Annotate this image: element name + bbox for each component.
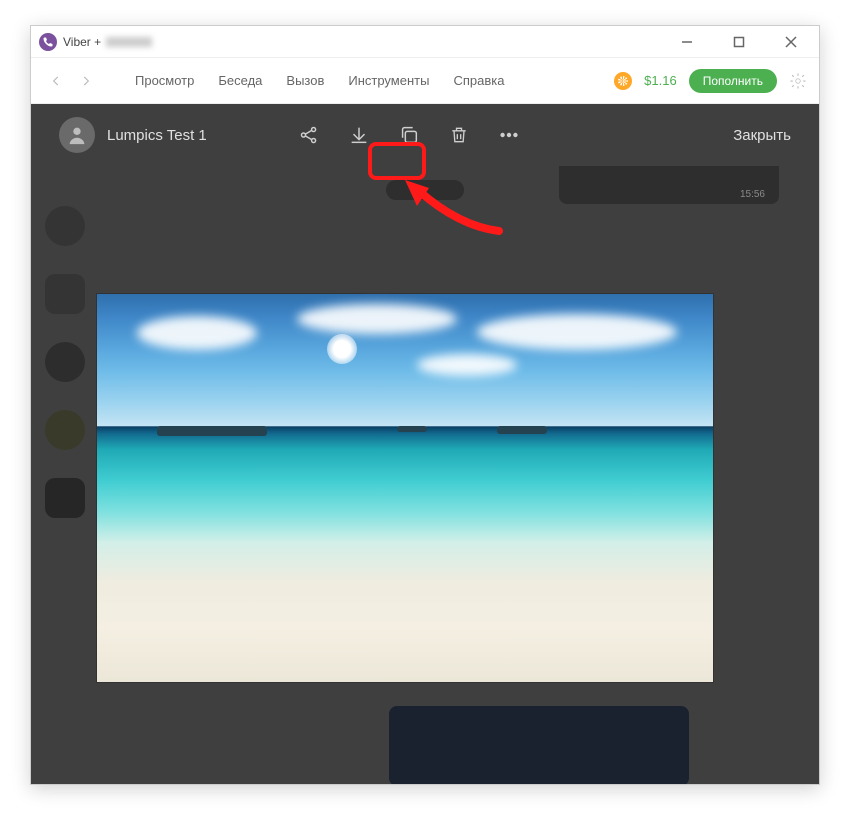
- credit-icon: [614, 72, 632, 90]
- download-icon[interactable]: [347, 123, 371, 147]
- close-viewer-button[interactable]: Закрыть: [733, 127, 791, 144]
- sidebar-avatar-dimmed: [45, 342, 85, 382]
- app-window: Viber + Просмотр Беседа Вызов Инструмент…: [30, 25, 820, 785]
- trash-icon[interactable]: [447, 123, 471, 147]
- image-viewer-overlay: Lumpics Test 1 Закрыть: [31, 104, 819, 784]
- nav-forward-button[interactable]: [73, 68, 99, 94]
- viber-icon: [39, 33, 57, 51]
- share-icon[interactable]: [297, 123, 321, 147]
- date-pill-dimmed: [386, 180, 464, 200]
- nav-back-button[interactable]: [43, 68, 69, 94]
- window-title: Viber +: [63, 35, 152, 49]
- topup-button[interactable]: Пополнить: [689, 69, 777, 93]
- credit-amount: $1.16: [644, 73, 677, 88]
- close-window-button[interactable]: [771, 30, 811, 54]
- message-thumb-dimmed: [389, 706, 689, 784]
- menu-tools[interactable]: Инструменты: [348, 73, 429, 88]
- titlebar: Viber +: [31, 26, 819, 58]
- annotation-highlight: [368, 142, 426, 180]
- contact-name: Lumpics Test 1: [107, 127, 207, 144]
- maximize-button[interactable]: [719, 30, 759, 54]
- menu-call[interactable]: Вызов: [286, 73, 324, 88]
- opened-image[interactable]: [97, 294, 713, 682]
- avatar[interactable]: [59, 117, 95, 153]
- menu-help[interactable]: Справка: [453, 73, 504, 88]
- window-controls: [667, 30, 811, 54]
- settings-icon[interactable]: [789, 72, 807, 90]
- sidebar-avatar-dimmed: [45, 206, 85, 246]
- sidebar-item-dimmed: [45, 274, 85, 314]
- sidebar-item-dimmed: [45, 478, 85, 518]
- menubar: Просмотр Беседа Вызов Инструменты Справк…: [31, 58, 819, 104]
- menu-chat[interactable]: Беседа: [218, 73, 262, 88]
- message-time: 15:56: [740, 189, 765, 200]
- more-icon[interactable]: [497, 123, 521, 147]
- sidebar-avatar-dimmed: [45, 410, 85, 450]
- minimize-button[interactable]: [667, 30, 707, 54]
- message-thumb-dimmed: 15:56: [559, 166, 779, 204]
- menu-view[interactable]: Просмотр: [135, 73, 194, 88]
